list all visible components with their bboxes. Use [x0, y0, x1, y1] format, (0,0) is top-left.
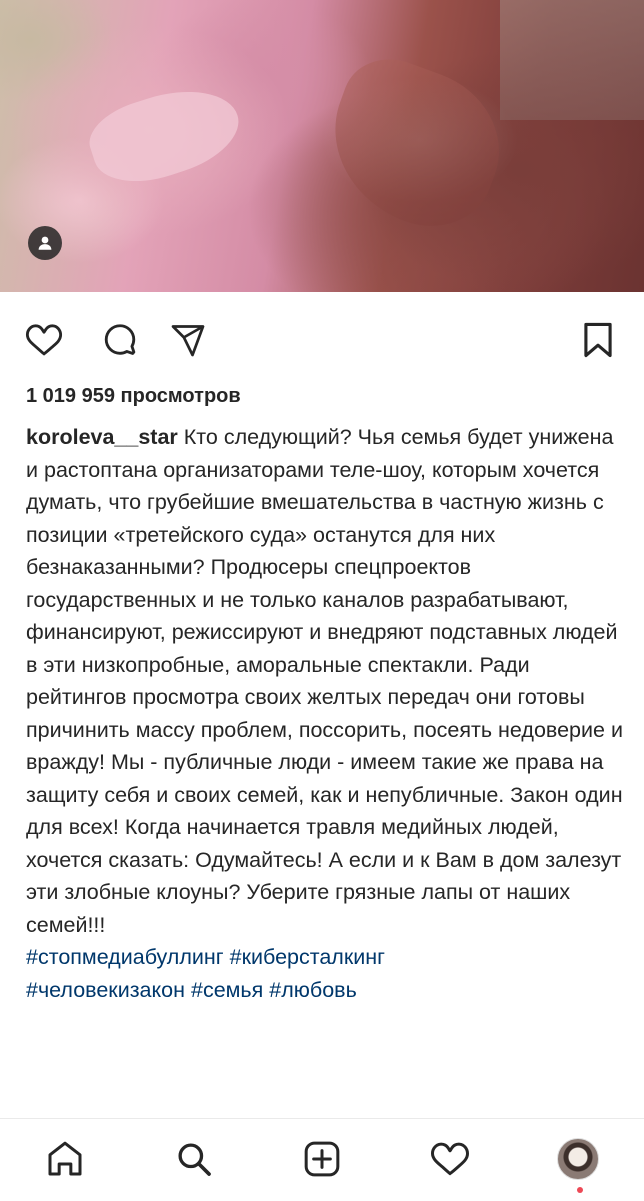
nav-activity[interactable]: [428, 1137, 472, 1181]
hashtag[interactable]: #киберсталкинг: [230, 945, 385, 969]
bottom-navigation: [0, 1118, 644, 1201]
tagged-users-button[interactable]: [28, 226, 62, 260]
comment-button[interactable]: [100, 320, 140, 360]
view-count: 1 019 959 просмотров: [26, 385, 241, 407]
person-icon: [38, 236, 52, 250]
caption-text: Кто следующий? Чья семья будет унижена и…: [26, 425, 623, 937]
heart-icon: [25, 324, 63, 356]
media-detail: [309, 45, 521, 245]
search-icon: [178, 1143, 211, 1176]
heart-icon: [430, 1142, 470, 1176]
hashtag[interactable]: #любовь: [269, 978, 357, 1002]
add-icon: [304, 1141, 340, 1177]
caption-username[interactable]: koroleva__star: [26, 425, 178, 449]
hashtag[interactable]: #человекизакон: [26, 978, 185, 1002]
hashtag[interactable]: #стопмедиабуллинг: [26, 945, 224, 969]
nav-search[interactable]: [172, 1137, 216, 1181]
post-actions: [0, 310, 644, 366]
bookmark-icon: [584, 322, 612, 358]
media-detail: [500, 0, 644, 120]
media-detail: [81, 73, 249, 197]
home-icon: [48, 1141, 82, 1176]
save-button[interactable]: [578, 320, 618, 360]
avatar: [557, 1138, 599, 1180]
comment-icon: [104, 324, 136, 355]
nav-profile[interactable]: [556, 1137, 600, 1181]
nav-home[interactable]: [43, 1137, 87, 1181]
hashtag[interactable]: #семья: [191, 978, 263, 1002]
nav-create[interactable]: [300, 1137, 344, 1181]
notification-dot: [577, 1187, 583, 1193]
post-media[interactable]: [0, 0, 644, 292]
like-button[interactable]: [24, 320, 64, 360]
send-icon: [171, 325, 205, 357]
share-button[interactable]: [168, 320, 208, 360]
post-caption: koroleva__star Кто следующий? Чья семья …: [26, 421, 626, 1006]
